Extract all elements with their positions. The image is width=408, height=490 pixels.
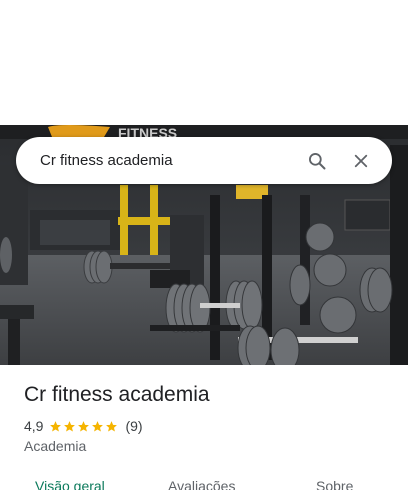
- close-icon[interactable]: [344, 144, 378, 178]
- star-icon: [64, 420, 76, 431]
- review-count[interactable]: (9): [125, 418, 142, 434]
- place-category[interactable]: Academia: [24, 438, 86, 454]
- search-bar[interactable]: Cr fitness academia: [16, 137, 392, 184]
- star-icon: [50, 420, 62, 431]
- tab-reviews[interactable]: Avaliações: [168, 478, 235, 490]
- rating-row[interactable]: 4,9 (9): [24, 417, 143, 435]
- star-icon: [106, 420, 118, 431]
- rating-value: 4,9: [24, 418, 44, 434]
- place-tabs: Visão geral Avaliações Sobre: [0, 474, 408, 490]
- star-icon: [78, 420, 90, 431]
- tab-about[interactable]: Sobre: [316, 478, 353, 490]
- place-title: Cr fitness academia: [24, 383, 210, 406]
- search-icon[interactable]: [300, 144, 334, 178]
- tab-overview[interactable]: Visão geral: [35, 478, 105, 490]
- rating-stars: [49, 420, 119, 433]
- star-icon: [92, 420, 104, 431]
- search-input[interactable]: Cr fitness academia: [40, 152, 290, 169]
